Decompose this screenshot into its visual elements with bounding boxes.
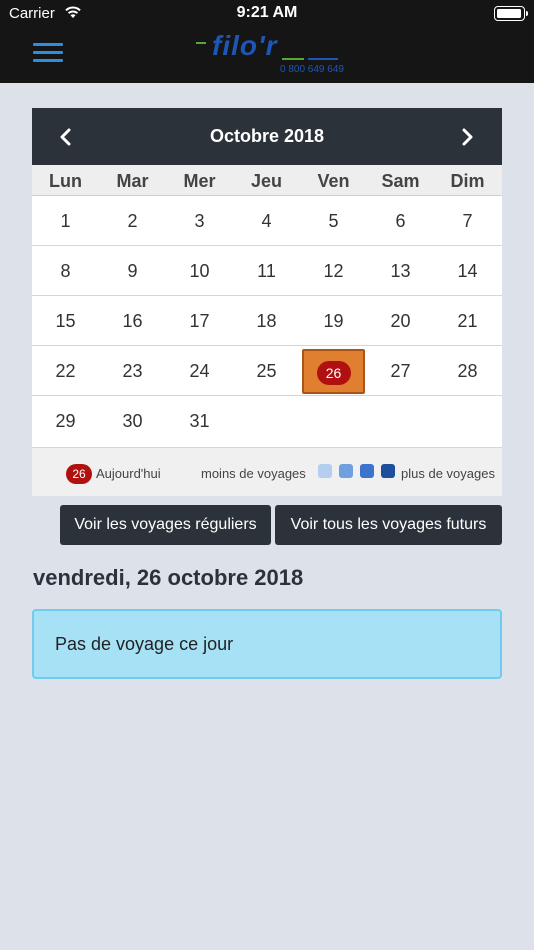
calendar-day[interactable]: 1 xyxy=(32,196,99,246)
calendar-month-label: Octobre 2018 xyxy=(209,126,325,146)
calendar-day[interactable]: 21 xyxy=(434,296,501,346)
calendar-day[interactable]: 16 xyxy=(99,296,166,346)
calendar-legend: 26 Aujourd'hui moins de voyages plus de … xyxy=(32,448,502,496)
legend-scale-square xyxy=(318,464,332,478)
selected-date-heading: vendredi, 26 octobre 2018 xyxy=(33,565,304,590)
calendar-week-row: 1 2 3 4 5 6 7 xyxy=(32,196,502,246)
future-trips-button[interactable]: Voir tous les voyages futurs xyxy=(275,505,502,545)
regular-trips-button[interactable]: Voir les voyages réguliers xyxy=(60,505,271,545)
legend-today-badge: 26 xyxy=(66,464,92,484)
no-trip-alert: Pas de voyage ce jour xyxy=(32,609,502,679)
calendar-day[interactable]: 15 xyxy=(32,296,99,346)
filor-logo: filo'r 0 800 649 649 xyxy=(196,30,346,78)
app-top-bar: Carrier 9:21 AM filo'r 0 800 649 649 xyxy=(0,0,534,83)
legend-scale-square xyxy=(339,464,353,478)
calendar-day[interactable]: 2 xyxy=(99,196,166,246)
battery-icon xyxy=(494,6,528,21)
status-bar: Carrier 9:21 AM xyxy=(0,0,534,28)
calendar-week-row: 29 30 31 xyxy=(32,396,502,448)
calendar-day[interactable]: 6 xyxy=(367,196,434,246)
calendar-day[interactable]: 8 xyxy=(32,246,99,296)
weekday-tue: Mar xyxy=(116,171,149,191)
legend-less-label: moins de voyages xyxy=(201,466,306,481)
no-trip-message: Pas de voyage ce jour xyxy=(55,634,234,654)
calendar-day-selected-today[interactable]: 26 xyxy=(302,349,365,394)
logo-wordmark: filo'r xyxy=(212,30,278,61)
weekday-wed: Mer xyxy=(183,171,216,191)
weekday-sun: Dim xyxy=(450,171,485,191)
chevron-right-icon[interactable] xyxy=(455,125,479,149)
calendar-day[interactable]: 18 xyxy=(233,296,300,346)
calendar-day[interactable]: 3 xyxy=(166,196,233,246)
calendar-day[interactable]: 4 xyxy=(233,196,300,246)
today-day-number: 26 xyxy=(316,361,351,386)
calendar-day[interactable]: 31 xyxy=(166,396,233,446)
calendar-grid: 1 2 3 4 5 6 7 8 9 10 11 12 13 14 15 16 1… xyxy=(32,196,502,448)
hamburger-menu-icon[interactable] xyxy=(33,41,65,65)
legend-scale-square xyxy=(381,464,395,478)
calendar-day[interactable]: 13 xyxy=(367,246,434,296)
calendar-day[interactable]: 17 xyxy=(166,296,233,346)
calendar-day[interactable]: 14 xyxy=(434,246,501,296)
weekday-sat: Sam xyxy=(381,171,420,191)
weekday-fri: Ven xyxy=(317,171,350,191)
logo-phone-number: 0 800 649 649 xyxy=(280,64,344,75)
calendar-week-row: 22 23 24 25 26 27 28 xyxy=(32,346,502,396)
calendar-day[interactable]: 5 xyxy=(300,196,367,246)
calendar-week-row: 15 16 17 18 19 20 21 xyxy=(32,296,502,346)
calendar-day[interactable]: 29 xyxy=(32,396,99,446)
calendar-day[interactable]: 28 xyxy=(434,346,501,396)
weekday-mon: Lun xyxy=(49,171,82,191)
status-time: 9:21 AM xyxy=(236,4,298,21)
calendar-day[interactable]: 12 xyxy=(300,246,367,296)
calendar-weekday-row: Lun Mar Mer Jeu Ven Sam Dim xyxy=(32,165,502,196)
calendar: Octobre 2018 Lun Mar Mer Jeu Ven Sam Dim… xyxy=(32,108,502,496)
legend-scale-square xyxy=(360,464,374,478)
calendar-day[interactable]: 7 xyxy=(434,196,501,246)
calendar-day[interactable]: 19 xyxy=(300,296,367,346)
calendar-day[interactable]: 30 xyxy=(99,396,166,446)
calendar-day[interactable]: 24 xyxy=(166,346,233,396)
calendar-day[interactable]: 22 xyxy=(32,346,99,396)
legend-more-label: plus de voyages xyxy=(401,466,495,481)
calendar-week-row: 8 9 10 11 12 13 14 xyxy=(32,246,502,296)
calendar-day[interactable]: 25 xyxy=(233,346,300,396)
weekday-thu: Jeu xyxy=(250,171,283,191)
calendar-day[interactable]: 10 xyxy=(166,246,233,296)
calendar-day[interactable]: 11 xyxy=(233,246,300,296)
calendar-header: Octobre 2018 xyxy=(32,108,502,165)
legend-today-label: Aujourd'hui xyxy=(96,466,161,481)
calendar-day[interactable]: 20 xyxy=(367,296,434,346)
calendar-day[interactable]: 9 xyxy=(99,246,166,296)
calendar-day[interactable]: 23 xyxy=(99,346,166,396)
calendar-day[interactable]: 27 xyxy=(367,346,434,396)
